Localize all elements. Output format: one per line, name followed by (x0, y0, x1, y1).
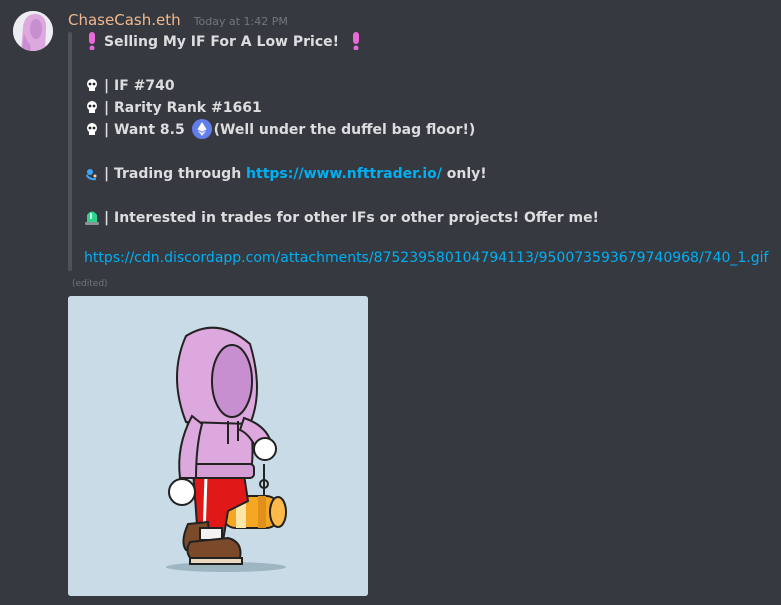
edited-label: (edited) (72, 279, 108, 289)
info-line-want: | Want 8.5 (Well under the duffel bag fl… (84, 119, 764, 141)
message-quote: Selling My IF For A Low Price! | IF #740… (84, 31, 764, 229)
username[interactable]: ChaseCash.eth (68, 11, 181, 29)
exclamation-icon (348, 32, 364, 51)
nft-gif-image[interactable] (68, 296, 368, 596)
handshake-icon (84, 164, 100, 182)
trading-text: | Trading through (104, 166, 242, 182)
skull-icon (84, 98, 100, 116)
want-suffix: (Well under the duffel bag floor!) (213, 122, 476, 138)
quote-bar (68, 32, 72, 271)
exclamation-icon (84, 32, 100, 51)
ethereum-icon (191, 119, 212, 139)
timestamp: Today at 1:42 PM (193, 15, 288, 28)
skull-icon (84, 120, 100, 138)
user-avatar[interactable] (13, 11, 53, 51)
info-line-rarity: | Rarity Rank #1661 (84, 97, 764, 119)
title-line: Selling My IF For A Low Price! (84, 31, 764, 53)
nfttrader-link[interactable]: https://www.nfttrader.io/ (246, 166, 442, 182)
siren-icon (84, 208, 100, 226)
info-text: | IF #740 (104, 78, 175, 94)
want-text: | Want 8.5 (104, 122, 185, 138)
skull-icon (84, 76, 100, 94)
interested-text: | Interested in trades for other IFs or … (104, 210, 599, 226)
info-text: | Rarity Rank #1661 (104, 100, 262, 116)
message-header: ChaseCash.eth Today at 1:42 PM (68, 10, 288, 29)
trading-suffix: only! (446, 166, 487, 182)
message-title: Selling My IF For A Low Price! (104, 34, 340, 50)
interested-line: | Interested in trades for other IFs or … (84, 207, 764, 229)
attachment-url-link[interactable]: https://cdn.discordapp.com/attachments/8… (84, 250, 768, 266)
info-line-id: | IF #740 (84, 75, 764, 97)
trading-line: | Trading through https://www.nfttrader.… (84, 163, 764, 185)
